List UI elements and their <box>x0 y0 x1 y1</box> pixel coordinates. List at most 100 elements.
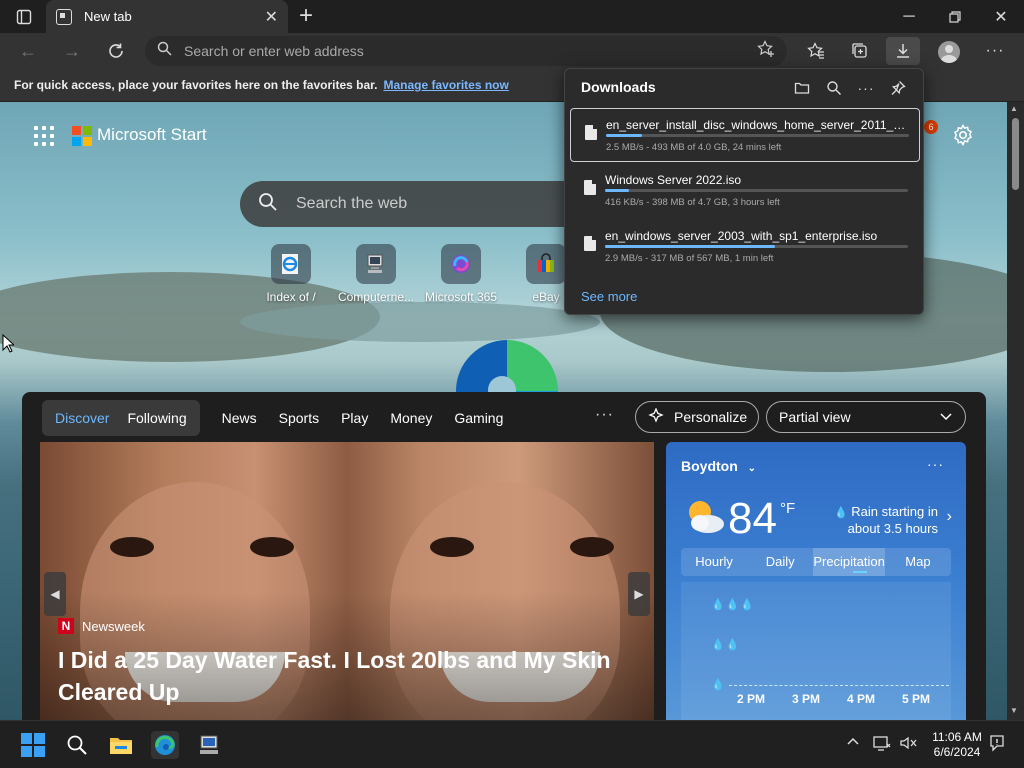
title-bar: New tab ✕ + ─ ✕ <box>0 0 1024 33</box>
forward-icon[interactable]: → <box>57 37 87 65</box>
view-mode-select[interactable]: Partial view <box>766 401 966 433</box>
file-explorer-icon[interactable] <box>107 731 135 759</box>
toolbar: ← → Search or enter web address ··· <box>0 33 1024 69</box>
download-item[interactable]: en_server_install_disc_windows_home_serv… <box>570 108 920 162</box>
clock-date: 6/6/2024 <box>933 745 981 759</box>
computer-icon <box>356 244 396 284</box>
sparkle-icon <box>648 406 664 427</box>
minimize-icon[interactable]: ─ <box>886 0 932 33</box>
weather-more-icon[interactable]: ··· <box>927 456 944 472</box>
restore-icon[interactable] <box>932 0 978 33</box>
tab-sports[interactable]: Sports <box>279 410 319 426</box>
web-search-box[interactable]: Search the web <box>240 181 580 227</box>
carousel-prev-icon[interactable]: ◀ <box>44 572 66 616</box>
address-placeholder: Search or enter web address <box>184 43 364 59</box>
hero-article[interactable]: ◀ ▶ N Newsweek I Did a 25 Day Water Fast… <box>40 442 654 720</box>
add-favorite-icon[interactable] <box>757 39 775 63</box>
tab-actions-icon[interactable] <box>10 6 38 28</box>
scroll-thumb[interactable] <box>1012 118 1019 190</box>
quick-link-index[interactable]: Index of / <box>246 244 336 304</box>
profile-avatar[interactable] <box>938 41 960 63</box>
weather-card[interactable]: Boydton ⌄ ··· 84 °F 💧 Rain starting in a… <box>666 442 966 720</box>
collections-icon[interactable] <box>843 37 877 65</box>
quick-link-microsoft-365[interactable]: Microsoft 365 <box>416 244 506 304</box>
tab-gaming[interactable]: Gaming <box>454 410 503 426</box>
close-window-icon[interactable]: ✕ <box>978 0 1024 33</box>
weather-tabs: Hourly Daily Precipitation Map <box>681 548 951 576</box>
precip-drops-high: 💧💧💧 <box>711 599 756 611</box>
edge-browser-icon[interactable] <box>151 731 179 759</box>
ebay-icon <box>526 244 566 284</box>
start-windows-icon[interactable] <box>19 731 47 759</box>
show-hidden-icons-icon[interactable] <box>846 735 860 752</box>
downloads-flyout: Downloads ··· en_server_install_disc_win… <box>564 68 924 315</box>
favorites-icon[interactable] <box>799 37 833 65</box>
photo-eye <box>250 537 294 557</box>
download-item[interactable]: en_windows_server_2003_with_sp1_enterpri… <box>570 220 920 274</box>
chevron-right-icon[interactable]: › <box>947 508 952 526</box>
weather-unit[interactable]: °F <box>780 500 795 517</box>
tab-following[interactable]: Following <box>118 400 195 436</box>
tab-news[interactable]: News <box>222 410 257 426</box>
microsoft-logo-icon <box>72 126 92 146</box>
tab-money[interactable]: Money <box>390 410 432 426</box>
weather-tab-map[interactable]: Map <box>885 548 951 576</box>
app-launcher-icon[interactable] <box>34 126 54 146</box>
refresh-icon[interactable] <box>101 37 131 65</box>
page-settings-icon[interactable] <box>952 123 974 151</box>
taskbar-clock[interactable]: 11:06 AM 6/6/2024 <box>928 730 986 760</box>
network-icon[interactable] <box>873 735 891 754</box>
weather-tab-precipitation[interactable]: Precipitation <box>813 548 885 576</box>
download-item[interactable]: Windows Server 2022.iso 416 KB/s - 398 M… <box>570 164 920 218</box>
remote-desktop-icon[interactable] <box>195 731 223 759</box>
mouse-cursor-icon <box>2 333 16 358</box>
settings-more-icon[interactable]: ··· <box>978 37 1012 65</box>
file-icon <box>584 180 596 195</box>
feed-navigation: Discover Following News Sports Play Mone… <box>42 400 503 436</box>
page-scrollbar[interactable]: ▲ ▼ <box>1007 102 1024 720</box>
weather-location[interactable]: Boydton ⌄ <box>681 458 756 474</box>
weather-tab-daily[interactable]: Daily <box>747 548 813 576</box>
brand-title[interactable]: Microsoft Start <box>97 125 207 145</box>
tab-play[interactable]: Play <box>341 410 368 426</box>
search-downloads-icon[interactable] <box>825 79 843 97</box>
volume-muted-icon[interactable] <box>899 735 917 754</box>
manage-favorites-link[interactable]: Manage favorites now <box>383 78 508 92</box>
address-bar[interactable]: Search or enter web address <box>145 36 787 66</box>
notification-badge[interactable]: 6 <box>924 120 938 134</box>
open-folder-icon[interactable] <box>793 79 811 97</box>
scroll-up-icon[interactable]: ▲ <box>1010 104 1018 113</box>
precip-drops-mid: 💧💧 <box>711 639 741 651</box>
file-icon <box>585 125 597 140</box>
taskbar-search-icon[interactable] <box>63 731 91 759</box>
downloads-icon[interactable] <box>886 37 920 65</box>
browser-tab[interactable]: New tab ✕ <box>46 0 288 33</box>
download-status: 416 KB/s - 398 MB of 4.7 GB, 3 hours lef… <box>605 197 780 208</box>
weather-tab-hourly[interactable]: Hourly <box>681 548 747 576</box>
download-progress-bar <box>605 245 908 248</box>
quick-link-computernetworking[interactable]: Computerne... <box>331 244 421 304</box>
tab-discover[interactable]: Discover <box>46 400 118 436</box>
partly-cloudy-icon <box>682 496 726 536</box>
pin-icon[interactable] <box>889 79 907 97</box>
close-tab-icon[interactable]: ✕ <box>265 7 278 27</box>
weather-condition[interactable]: 💧 Rain starting in about 3.5 hours <box>816 504 938 537</box>
downloads-title: Downloads <box>581 79 656 95</box>
new-tab-button[interactable]: + <box>294 3 318 29</box>
download-filename: Windows Server 2022.iso <box>605 173 742 187</box>
notifications-icon[interactable] <box>988 734 1006 755</box>
feed-more-icon[interactable]: ··· <box>595 406 614 424</box>
scroll-down-icon[interactable]: ▼ <box>1010 706 1018 715</box>
see-more-link[interactable]: See more <box>581 289 637 304</box>
precip-tick: 2 PM <box>737 692 766 706</box>
search-icon <box>157 41 172 61</box>
personalize-button[interactable]: Personalize <box>635 401 759 433</box>
back-icon[interactable]: ← <box>13 37 43 65</box>
article-headline[interactable]: I Did a 25 Day Water Fast. I Lost 20lbs … <box>58 644 638 708</box>
tab-title: New tab <box>84 9 132 24</box>
clock-time: 11:06 AM <box>932 730 982 744</box>
ie-page-icon <box>271 244 311 284</box>
article-source[interactable]: N Newsweek <box>58 618 145 634</box>
carousel-next-icon[interactable]: ▶ <box>628 572 650 616</box>
downloads-more-icon[interactable]: ··· <box>857 79 875 97</box>
